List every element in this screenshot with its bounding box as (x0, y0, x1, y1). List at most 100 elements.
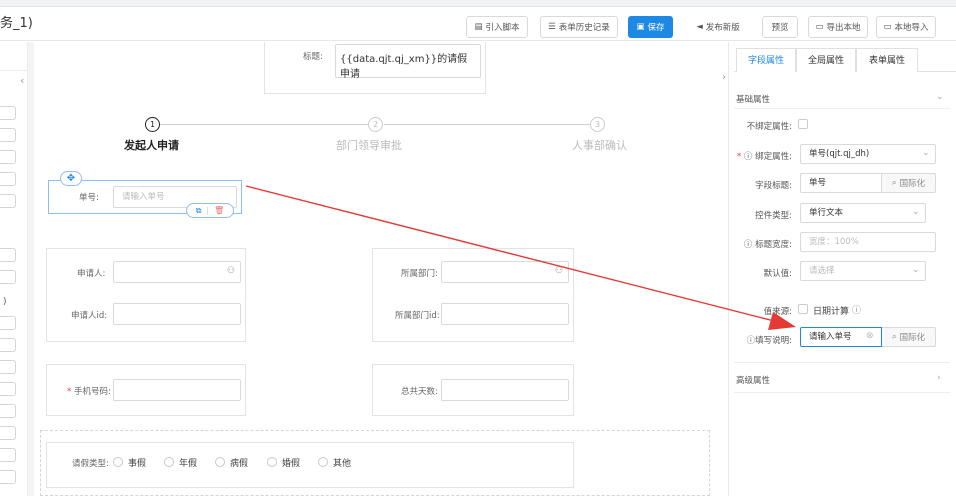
title-input[interactable]: {{data.qjt.qj_xm}}的请假申请 (335, 44, 481, 80)
component-stub[interactable] (0, 470, 16, 484)
step-1-circle: 1 (145, 117, 160, 132)
control-type-label: 控件类型: (755, 211, 792, 221)
script-icon: ▤ (474, 22, 483, 32)
advanced-section-title[interactable]: 高级属性 (736, 374, 770, 386)
basic-section-title[interactable]: 基础属性 (736, 93, 770, 105)
component-stub[interactable] (0, 426, 16, 440)
component-stub[interactable] (0, 382, 16, 396)
bind-property-select[interactable]: 单号(qjt.qj_dh) (800, 144, 936, 164)
step-connector (384, 124, 590, 125)
chevron-right-icon[interactable]: › (937, 373, 941, 383)
preview-button[interactable]: 预览 (762, 16, 798, 38)
collapse-right-icon[interactable]: › (722, 72, 726, 83)
unbound-checkbox[interactable] (798, 119, 808, 129)
collapse-left-icon[interactable]: ‹ (20, 74, 24, 87)
date-calc-checkbox[interactable] (798, 304, 808, 314)
radio-annual[interactable] (164, 457, 174, 467)
component-stub[interactable] (0, 316, 16, 330)
date-calc-label: 日期计算 (813, 307, 850, 317)
department-id-input[interactable] (441, 303, 569, 325)
i18n-button-2[interactable]: ⌕ 国际化 (882, 327, 936, 347)
component-stub[interactable] (0, 150, 16, 164)
divider (0, 70, 28, 71)
fill-description-label: ⓘ填写说明: (746, 336, 792, 346)
applicant-id-input[interactable] (113, 303, 241, 325)
default-value-select[interactable]: 请选择 (800, 261, 926, 281)
title-label: 标题: (303, 52, 323, 62)
radio-sick[interactable] (215, 457, 225, 467)
dept-picker-icon[interactable]: ⚇ (555, 266, 563, 276)
help-icon: ⓘ (743, 240, 756, 250)
step-connector (160, 124, 368, 125)
component-stub[interactable] (0, 404, 16, 418)
publish-button[interactable]: ◄ 发布新版 (684, 16, 752, 38)
chevron-down-icon: ⌄ (922, 148, 930, 158)
import-script-button[interactable]: ▤ 引入脚本 (466, 16, 528, 38)
form-history-button[interactable]: ☰ 表单历史记录 (540, 16, 618, 38)
step-2-label[interactable]: 部门领导审批 (336, 137, 402, 153)
total-days-card[interactable]: 总共天数: (372, 364, 574, 416)
tab-global-properties[interactable]: 全局属性 (796, 48, 856, 72)
divider (734, 392, 950, 393)
save-icon: ▣ (636, 22, 645, 32)
leave-type-card[interactable] (46, 442, 574, 488)
title-card[interactable]: 标题: {{data.qjt.qj_xm}}的请假申请 (264, 42, 486, 94)
chevron-down-icon[interactable]: ⌄ (936, 92, 944, 102)
user-picker-icon[interactable]: ⚇ (227, 266, 235, 276)
help-icon: ⓘ (743, 152, 756, 162)
copy-icon[interactable]: ⧉ (196, 206, 202, 216)
phone-input[interactable] (113, 379, 241, 401)
field-title-input[interactable]: 单号 (800, 173, 882, 193)
import-local-button[interactable]: ▭ 本地导入 (876, 16, 936, 38)
applicant-card[interactable]: 申请人: ⚇ 申请人id: (46, 248, 246, 342)
radio-other-label: 其他 (333, 459, 352, 469)
search-icon: ⌕ (891, 332, 897, 342)
component-stub[interactable] (0, 128, 16, 142)
component-stub[interactable] (0, 248, 16, 262)
toolbar: ▤ 引入脚本 ☰ 表单历史记录 ▣ 保存 ◄ 发布新版 预览 ▭ 导出本地 ▭ 本地导入 (0, 7, 956, 41)
export-local-button[interactable]: ▭ 导出本地 (808, 16, 868, 38)
order-number-label: 单号: (79, 193, 99, 203)
total-days-input[interactable] (441, 379, 569, 401)
step-3-label[interactable]: 人事部确认 (572, 137, 627, 153)
help-icon[interactable]: ⓘ (852, 303, 861, 316)
tab-field-properties[interactable]: 字段属性 (736, 48, 796, 72)
radio-marriage[interactable] (267, 457, 277, 467)
title-width-input[interactable]: 宽度：100% (800, 232, 936, 252)
component-stub[interactable] (0, 448, 16, 462)
department-card[interactable]: 所属部门: ⚇ 所属部门id: (372, 248, 574, 342)
department-input[interactable] (441, 261, 569, 283)
move-handle-icon[interactable]: ✥ (60, 171, 82, 186)
department-id-label: 所属部门id: (395, 311, 440, 321)
title-width-label: ⓘ 标题宽度: (743, 240, 792, 250)
field-action-bar: ⧉ | 🗑 (186, 203, 234, 218)
save-button[interactable]: ▣ 保存 (628, 16, 673, 38)
applicant-input[interactable] (113, 261, 241, 283)
radio-other[interactable] (318, 457, 328, 467)
component-stub[interactable] (0, 338, 16, 352)
step-1-label[interactable]: 发起人申请 (124, 137, 179, 153)
radio-personal-label: 事假 (128, 459, 147, 469)
delete-icon[interactable]: 🗑 (214, 206, 224, 215)
i18n-button[interactable]: ⌕ 国际化 (882, 173, 936, 193)
phone-card[interactable]: * 手机号码: (46, 364, 246, 416)
radio-annual-label: 年假 (179, 459, 198, 469)
control-type-select[interactable]: 单行文本 (800, 203, 926, 223)
component-stub[interactable] (0, 194, 16, 208)
unbound-label: 不绑定属性: (746, 122, 792, 132)
left-component-panel: ‹ ) (0, 42, 28, 496)
component-stub-label: ) (3, 297, 7, 307)
send-icon: ◄ (696, 22, 703, 32)
component-stub[interactable] (0, 270, 16, 284)
radio-personal[interactable] (113, 457, 123, 467)
component-stub[interactable] (0, 360, 16, 374)
component-stub[interactable] (0, 172, 16, 186)
bind-property-label: * ⓘ 绑定属性: (736, 152, 792, 162)
divider (734, 362, 950, 363)
divider (734, 108, 950, 109)
tab-form-properties[interactable]: 表单属性 (856, 48, 918, 72)
clear-icon[interactable]: ⊗ (866, 331, 874, 341)
search-icon: ⌕ (891, 178, 897, 188)
step-3-circle: 3 (590, 117, 605, 132)
component-stub[interactable] (0, 106, 16, 120)
